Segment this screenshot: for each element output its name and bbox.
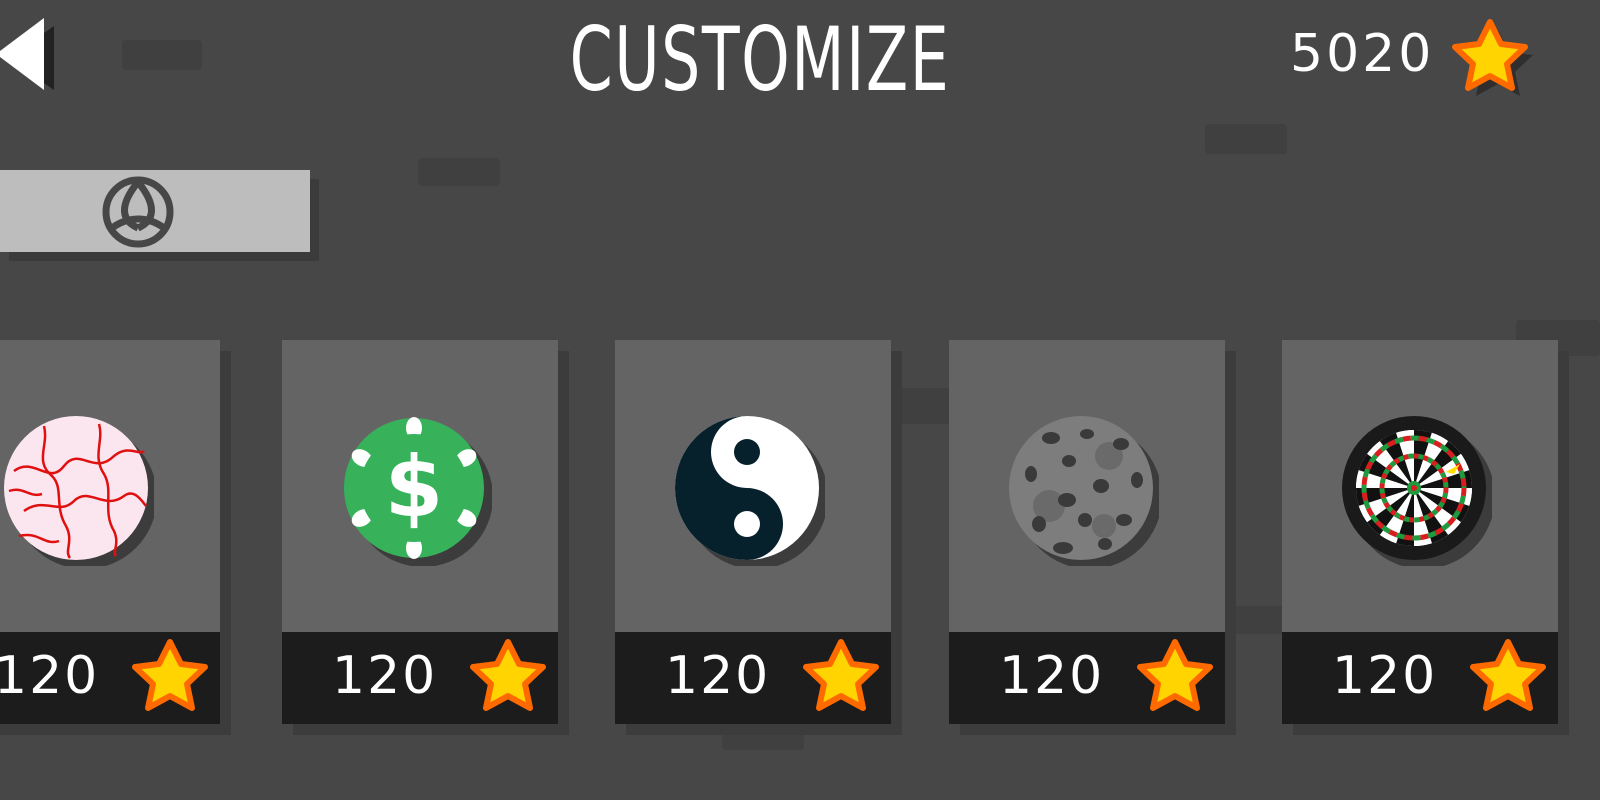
price-label: 120	[0, 646, 100, 706]
price-label: 120	[1332, 646, 1438, 706]
yin-yang-ball-icon	[675, 416, 825, 566]
dollar-chip-ball-icon: $	[344, 417, 492, 566]
category-tab-selected[interactable]	[0, 170, 310, 252]
coin-balance: 5020	[1290, 18, 1550, 98]
skin-card[interactable]: 120	[1282, 340, 1558, 724]
background-decoration	[1205, 124, 1287, 154]
price-bar: 120	[282, 632, 558, 724]
background-decoration	[722, 730, 804, 750]
price-bar: 120	[949, 632, 1225, 724]
page-title: CUSTOMIZE	[569, 8, 951, 111]
star-icon	[801, 636, 881, 716]
background-decoration	[890, 388, 956, 424]
price-bar: 120	[0, 632, 220, 724]
skin-card[interactable]: $ 120	[282, 340, 558, 724]
price-bar: 120	[1282, 632, 1558, 724]
star-icon	[1450, 16, 1533, 96]
back-arrow-icon	[0, 18, 54, 90]
background-decoration	[1228, 606, 1284, 634]
background-decoration	[418, 158, 500, 186]
triquetra-icon	[102, 176, 174, 248]
skin-card[interactable]: 120	[615, 340, 891, 724]
star-icon	[1468, 636, 1548, 716]
star-icon	[1135, 636, 1215, 716]
skin-card[interactable]: 120	[949, 340, 1225, 724]
price-label: 120	[999, 646, 1105, 706]
price-bar: 120	[615, 632, 891, 724]
coin-amount: 5020	[1290, 24, 1435, 84]
star-icon	[130, 636, 210, 716]
price-label: 120	[665, 646, 771, 706]
back-button[interactable]	[0, 18, 60, 98]
price-label: 120	[332, 646, 438, 706]
cookie-ball-icon	[1009, 416, 1159, 566]
svg-text:$: $	[385, 438, 443, 536]
star-icon	[468, 636, 548, 716]
skin-card[interactable]: 120	[0, 340, 220, 724]
dartboard-ball-icon	[1342, 416, 1492, 566]
red-veins-ball-icon	[4, 416, 154, 566]
